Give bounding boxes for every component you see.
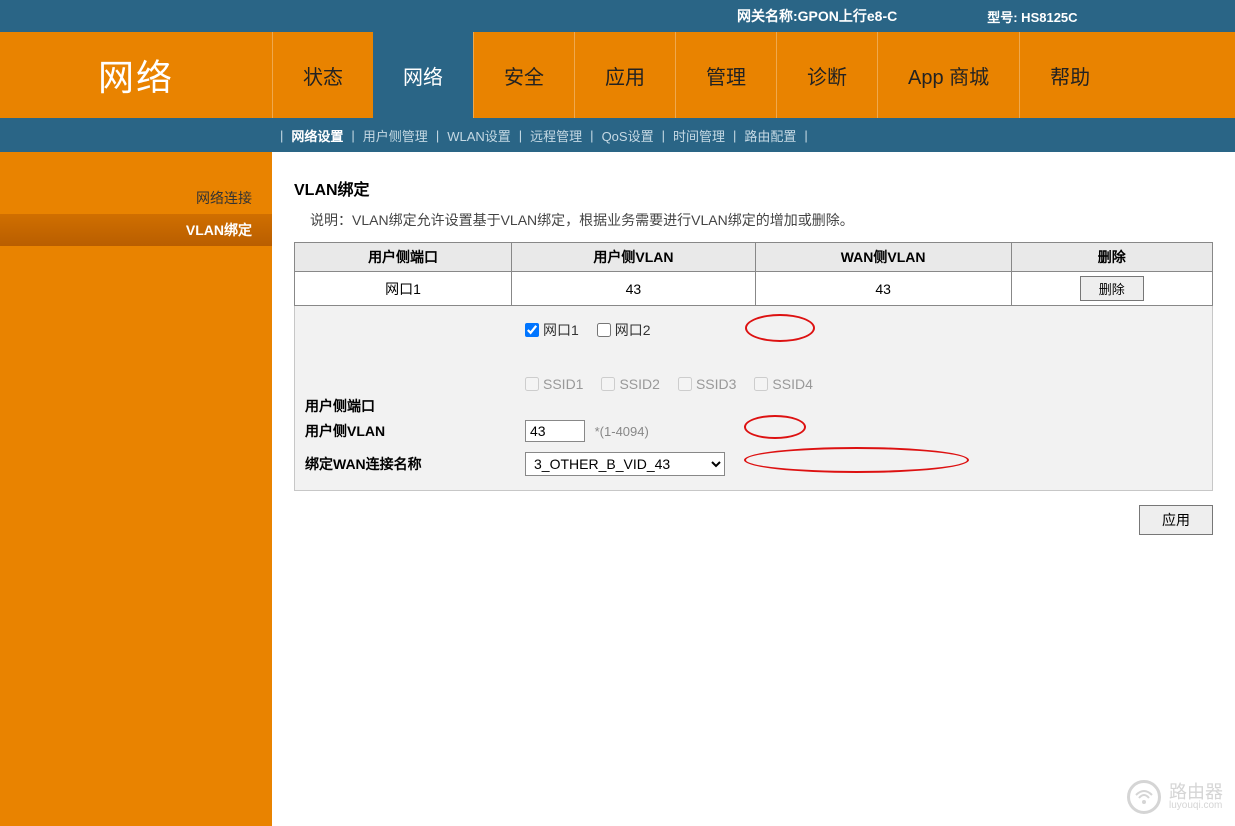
tab-help[interactable]: 帮助 [1019, 32, 1120, 118]
logo-text: 网络 [0, 32, 272, 118]
top-bar: 网关名称:GPON上行e8-C 型号: HS8125C [0, 0, 1235, 32]
main-tabs: 状态 网络 安全 应用 管理 诊断 App 商城 帮助 [272, 32, 1235, 118]
label-wan-connection: 绑定WAN连接名称 [305, 454, 525, 474]
binding-form: 用户侧端口 网口1 网口2 SSID1 SSID2 SSID3 SSID4 [294, 306, 1213, 491]
checkbox-ssid2[interactable]: SSID2 [601, 376, 659, 392]
router-icon [1127, 780, 1161, 814]
tab-management[interactable]: 管理 [675, 32, 776, 118]
col-delete: 删除 [1011, 243, 1212, 272]
sidebar-item-vlan-binding[interactable]: VLAN绑定 [0, 214, 272, 246]
subnav-remote-management[interactable]: 远程管理 [530, 126, 582, 145]
watermark-sub: luyouqi.com [1169, 801, 1223, 811]
apply-button[interactable]: 应用 [1139, 505, 1213, 535]
sub-nav: | 网络设置 | 用户侧管理 | WLAN设置 | 远程管理 | QoS设置 |… [0, 118, 1235, 152]
sidebar-item-network-connection[interactable]: 网络连接 [0, 182, 272, 214]
subnav-qos-settings[interactable]: QoS设置 [602, 126, 654, 145]
checkbox-port1[interactable]: 网口1 [525, 320, 579, 340]
cell-user-vlan: 43 [512, 272, 756, 306]
wifi-icon [1134, 789, 1154, 805]
sidebar: 网络连接 VLAN绑定 [0, 152, 272, 826]
tab-status[interactable]: 状态 [272, 32, 373, 118]
checkbox-ssid3[interactable]: SSID3 [678, 376, 736, 392]
subnav-wlan-settings[interactable]: WLAN设置 [447, 126, 511, 145]
col-wan-vlan: WAN侧VLAN [755, 243, 1011, 272]
checkbox-port2[interactable]: 网口2 [597, 320, 651, 340]
watermark-main: 路由器 [1169, 782, 1223, 802]
header: 网络 状态 网络 安全 应用 管理 诊断 App 商城 帮助 [0, 32, 1235, 118]
user-vlan-hint: *(1-4094) [595, 424, 649, 439]
cell-user-port: 网口1 [295, 272, 512, 306]
tab-security[interactable]: 安全 [473, 32, 574, 118]
watermark: 路由器 luyouqi.com [1127, 780, 1223, 814]
subnav-user-management[interactable]: 用户侧管理 [363, 126, 428, 145]
vlan-binding-table: 用户侧端口 用户侧VLAN WAN侧VLAN 删除 网口1 43 43 删除 [294, 242, 1213, 306]
col-user-port: 用户侧端口 [295, 243, 512, 272]
checkbox-port2-input[interactable] [597, 323, 611, 337]
cell-delete: 删除 [1011, 272, 1212, 306]
checkbox-ssid2-input[interactable] [601, 377, 615, 391]
gateway-name: 网关名称:GPON上行e8-C [737, 6, 897, 26]
label-user-port: 用户侧端口 [305, 396, 525, 416]
delete-button[interactable]: 删除 [1080, 276, 1144, 301]
checkbox-ssid1[interactable]: SSID1 [525, 376, 583, 392]
checkbox-ssid1-input[interactable] [525, 377, 539, 391]
subnav-time-management[interactable]: 时间管理 [673, 126, 725, 145]
content-panel: VLAN绑定 说明：VLAN绑定允许设置基于VLAN绑定，根据业务需要进行VLA… [272, 152, 1235, 826]
user-vlan-input[interactable] [525, 420, 585, 442]
checkbox-ssid4[interactable]: SSID4 [754, 376, 812, 392]
section-title: VLAN绑定 [294, 176, 1213, 200]
table-row: 网口1 43 43 删除 [295, 272, 1213, 306]
label-user-vlan: 用户侧VLAN [305, 421, 525, 441]
subnav-network-settings[interactable]: 网络设置 [291, 126, 343, 145]
checkbox-ssid3-input[interactable] [678, 377, 692, 391]
section-description: 说明：VLAN绑定允许设置基于VLAN绑定，根据业务需要进行VLAN绑定的增加或… [310, 210, 1213, 230]
annotation-circle-icon [745, 314, 815, 342]
tab-appstore[interactable]: App 商城 [877, 32, 1019, 118]
checkbox-port1-input[interactable] [525, 323, 539, 337]
tab-diagnosis[interactable]: 诊断 [776, 32, 877, 118]
annotation-circle-icon [744, 447, 969, 473]
cell-wan-vlan: 43 [755, 272, 1011, 306]
annotation-circle-icon [744, 415, 806, 439]
subnav-route-config[interactable]: 路由配置 [744, 126, 796, 145]
model-label: 型号: HS8125C [987, 7, 1077, 26]
tab-application[interactable]: 应用 [574, 32, 675, 118]
tab-network[interactable]: 网络 [373, 32, 473, 118]
wan-connection-select[interactable]: 3_OTHER_B_VID_43 [525, 452, 725, 476]
col-user-vlan: 用户侧VLAN [512, 243, 756, 272]
checkbox-ssid4-input[interactable] [754, 377, 768, 391]
